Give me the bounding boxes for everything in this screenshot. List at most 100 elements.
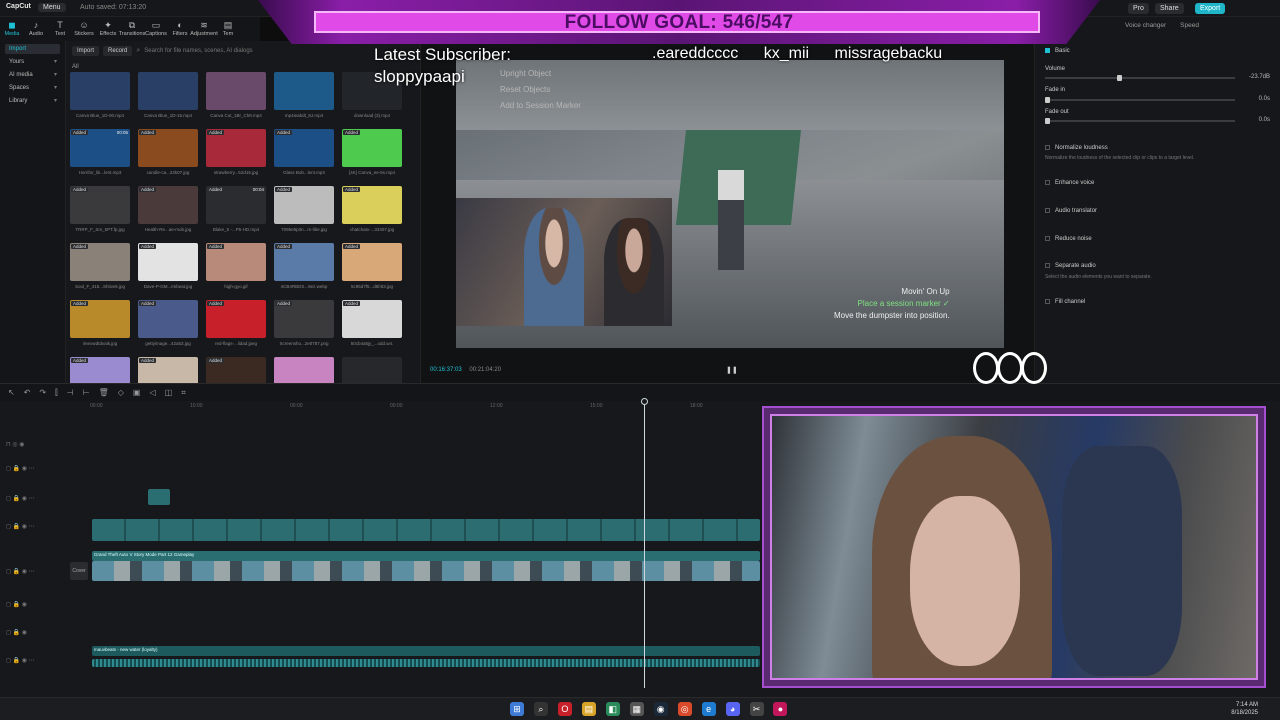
leftnav-item-ai-media[interactable]: AI media ▾ <box>5 70 60 80</box>
media-tile[interactable]: Added red-flags-...lidad.jpeg <box>206 300 266 357</box>
media-thumbnail[interactable] <box>70 72 130 110</box>
media-thumbnail[interactable]: Added <box>274 243 334 281</box>
volume-slider[interactable] <box>1045 75 1235 81</box>
record-button[interactable]: Record <box>103 45 133 56</box>
overlay-clips-track[interactable] <box>92 519 760 541</box>
tab-voice-changer[interactable]: Voice changer <box>1125 22 1166 29</box>
file-explorer-icon[interactable]: ▤ <box>581 702 596 716</box>
fill-checkbox[interactable] <box>1045 299 1050 304</box>
leftnav-item-yours[interactable]: Yours ▾ <box>5 57 60 67</box>
separate-audio-row[interactable]: Separate audio <box>1045 263 1275 269</box>
fade-in-slider[interactable] <box>1045 97 1235 103</box>
discord-icon[interactable]: ◕ <box>725 702 740 716</box>
media-thumbnail[interactable]: Added <box>206 129 266 167</box>
media-thumbnail[interactable]: Added <box>138 300 198 338</box>
media-tile[interactable]: Canva Blue_1D-15.mp4 <box>138 72 198 129</box>
media-tile[interactable]: Added Dave-P-GM...Imbeat.jpg <box>138 243 198 300</box>
basic-section[interactable]: Basic <box>1045 48 1275 54</box>
fade-out-slider[interactable] <box>1045 118 1235 124</box>
main-clip-label-bar[interactable]: Grand Theft Auto V Story Mode Part 12 Ga… <box>92 551 760 561</box>
leftnav-item-import[interactable]: Import <box>5 44 60 54</box>
tab-transitions[interactable]: ⧉ Transitions <box>119 17 146 41</box>
media-tile[interactable]: Added Soul_F_415...Shtivek.jpg <box>70 243 130 300</box>
split-icon[interactable]: ⫿ <box>55 388 58 398</box>
basic-checkbox[interactable] <box>1045 48 1050 53</box>
menu-button[interactable]: Menu <box>38 3 66 12</box>
tab-effects[interactable]: ✦ Effects <box>96 17 120 41</box>
tab-filters[interactable]: ◐ Filters <box>168 17 192 41</box>
cover-button[interactable]: Cover <box>70 562 88 580</box>
media-tile[interactable]: Added [4K] Canva_ee-5s.mp4 <box>342 129 402 186</box>
media-thumbnail[interactable]: Added <box>274 129 334 167</box>
filter-all[interactable]: All <box>72 64 79 70</box>
media-thumbnail[interactable]: Added <box>138 129 198 167</box>
audio-track-label-bar[interactable]: mauvbeats - new water (loyalty) <box>92 646 760 656</box>
audio-waveform[interactable] <box>92 659 760 667</box>
media-thumbnail[interactable] <box>206 72 266 110</box>
fade-out-knob[interactable] <box>1045 118 1050 124</box>
media-thumbnail[interactable]: Added <box>274 186 334 224</box>
steam-icon[interactable]: ◉ <box>653 702 668 716</box>
start-icon[interactable]: ⊞ <box>510 702 524 716</box>
redo-icon[interactable]: ↷ <box>39 388 46 397</box>
chrome-icon[interactable]: ◎ <box>677 702 692 716</box>
media-thumbnail[interactable]: Added <box>138 243 198 281</box>
fill-channel-row[interactable]: Fill channel <box>1045 299 1275 305</box>
reduce-noise-checkbox[interactable] <box>1045 236 1050 241</box>
app-icon[interactable]: ◧ <box>605 702 620 716</box>
crop-icon[interactable]: ⌗ <box>181 388 186 398</box>
media-thumbnail[interactable]: Added 00:04 <box>206 186 266 224</box>
media-thumbnail[interactable]: Added <box>138 186 198 224</box>
media-tile[interactable]: Added 7095e5p3n...m-libe.jpg <box>274 186 334 243</box>
media-thumbnail[interactable] <box>274 72 334 110</box>
tab-stickers[interactable]: ☺ Stickers <box>72 17 96 41</box>
reduce-noise-row[interactable]: Reduce noise <box>1045 236 1275 242</box>
capcut-icon[interactable]: ✂ <box>749 702 764 716</box>
tab-tem[interactable]: ▤ Tem <box>216 17 240 41</box>
leftnav-item-spaces[interactable]: Spaces ▾ <box>5 83 60 93</box>
share-button[interactable]: Share <box>1155 3 1184 14</box>
export-button[interactable]: Export <box>1195 3 1226 14</box>
pro-button[interactable]: Pro <box>1128 3 1149 14</box>
import-button[interactable]: Import <box>72 45 100 56</box>
media-tile[interactable]: Added 50cb4a5jy_...odd.w4. <box>342 300 402 357</box>
reverse-icon[interactable]: ◁ <box>149 388 155 397</box>
media-tile[interactable]: Added gettyimage...42a53.jpg <box>138 300 198 357</box>
media-tile[interactable]: Added TRRP_F_Sm_5PT.fp.jpg <box>70 186 130 243</box>
media-thumbnail[interactable]: Added <box>342 129 402 167</box>
fade-in-knob[interactable] <box>1045 97 1050 103</box>
media-tile[interactable]: Added 5c95d7f5...d5f4t3.jpg <box>342 243 402 300</box>
small-clip[interactable] <box>148 489 170 505</box>
freeze-icon[interactable]: ▣ <box>133 388 141 397</box>
media-tile[interactable]: Added strawberry...52d15.jpg <box>206 129 266 186</box>
audio-translator-row[interactable]: Audio translator <box>1045 208 1275 214</box>
mirror-icon[interactable]: ◫ <box>165 388 173 397</box>
search-icon[interactable]: ⌕ <box>533 702 548 716</box>
playhead[interactable] <box>641 398 648 688</box>
media-tile[interactable]: Added Health-Re...ae-mob.jpg <box>138 186 198 243</box>
media-search-input[interactable]: Search for file names, scenes, AI dialog… <box>144 48 252 54</box>
media-tile[interactable]: Added Screensho...2e0787.png <box>274 300 334 357</box>
media-tile[interactable]: Added 00:05 Horrifor_lik...lent.mp3 <box>70 129 130 186</box>
media-tile[interactable]: Added imeowdtdvaik.jpg <box>70 300 130 357</box>
playhead-handle[interactable] <box>641 398 648 405</box>
opera-icon[interactable]: O <box>557 702 572 716</box>
media-tile[interactable]: Canva Blue_1D-00.mp4 <box>70 72 130 129</box>
tab-adjustment[interactable]: ≋ Adjustment <box>190 17 218 41</box>
normalize-checkbox[interactable] <box>1045 145 1050 150</box>
separate-checkbox[interactable] <box>1045 263 1050 268</box>
media-thumbnail[interactable] <box>138 72 198 110</box>
enhance-voice-row[interactable]: Enhance voice <box>1045 180 1275 186</box>
tab-audio[interactable]: ♪ Audio <box>24 17 48 41</box>
timeline-ruler[interactable]: 00:00 10:00 00:00 00:00 12:00 15:00 18:00 <box>90 401 770 411</box>
fade-out-value[interactable]: 0.0s <box>1259 117 1270 123</box>
leftnav-item-library[interactable]: Library ▾ <box>5 96 60 106</box>
tab-speed[interactable]: Speed <box>1180 22 1199 29</box>
tab-captions[interactable]: ▭ Captions <box>144 17 168 41</box>
media-tile[interactable]: Added chatchatx-...33407.jpg <box>342 186 402 243</box>
main-video-track[interactable] <box>92 561 760 581</box>
fade-in-value[interactable]: 0.0s <box>1259 96 1270 102</box>
tab-media[interactable]: ◼ Media <box>0 17 24 41</box>
media-thumbnail[interactable]: Added <box>342 243 402 281</box>
notes-icon[interactable]: ▦ <box>629 702 644 716</box>
